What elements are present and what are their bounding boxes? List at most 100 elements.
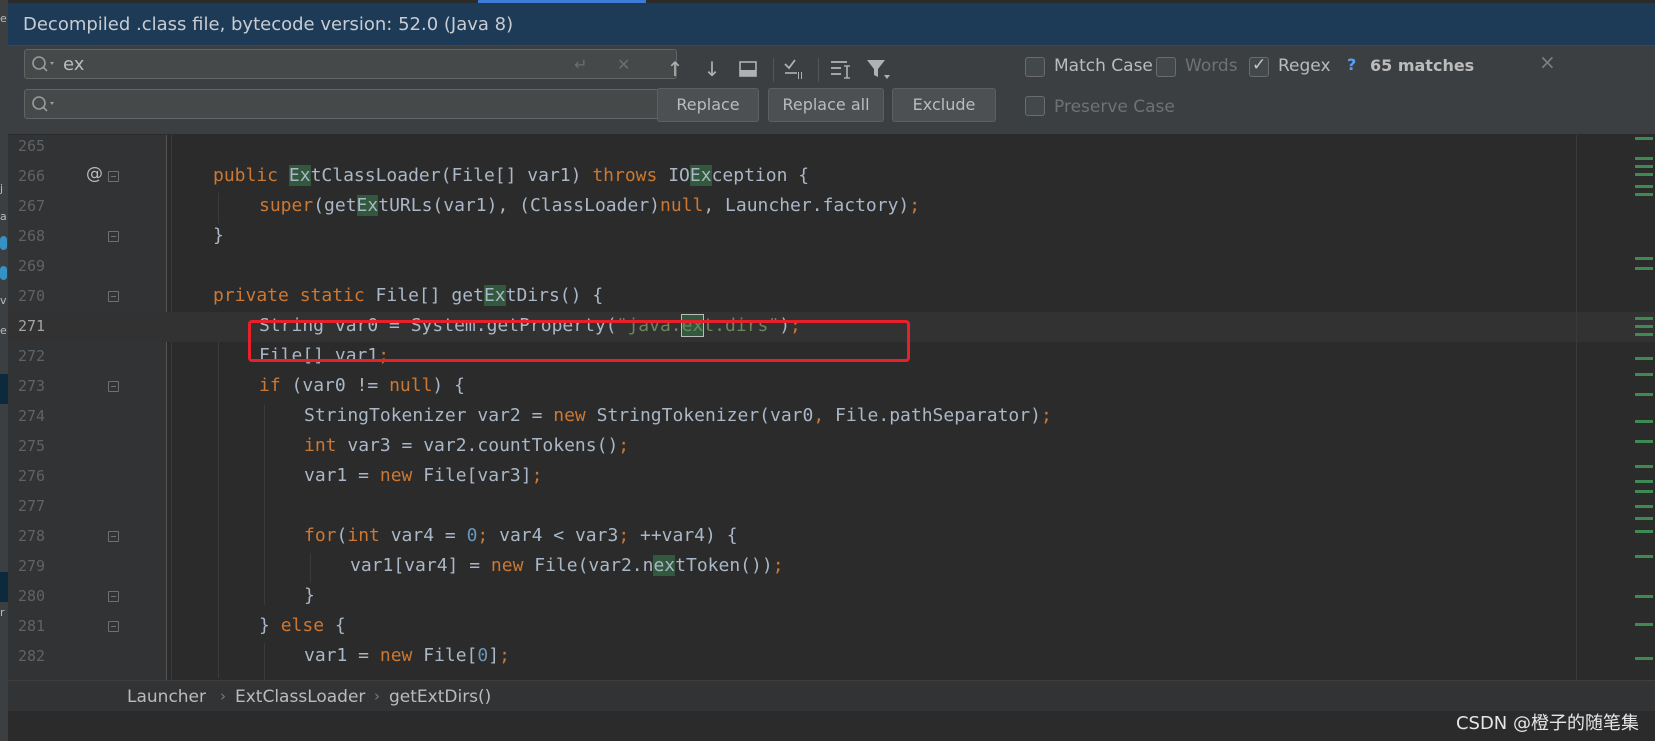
line-number: 273 xyxy=(18,377,46,395)
fold-icon[interactable] xyxy=(108,531,119,542)
code-line[interactable]: 280 } xyxy=(8,582,1655,612)
code-line[interactable]: 266 @ public ExtClassLoader(File[] var1)… xyxy=(8,162,1655,192)
text-filter-icon[interactable] xyxy=(826,54,856,84)
code-line[interactable]: 267 super(getExtURLs(var1), (ClassLoader… xyxy=(8,192,1655,222)
code-text: StringTokenizer var2 = new StringTokeniz… xyxy=(304,405,1052,426)
panel-edge-glyph: e xyxy=(0,12,7,25)
match-case-checkbox[interactable] xyxy=(1025,57,1045,77)
breadcrumb-separator-icon: › xyxy=(374,687,380,705)
fold-icon[interactable] xyxy=(108,381,119,392)
search-icon[interactable] xyxy=(31,55,57,73)
code-line[interactable]: 281 } else { xyxy=(8,612,1655,642)
panel-edge-glyph: e xyxy=(0,324,7,337)
breadcrumb-item[interactable]: ExtClassLoader xyxy=(235,687,365,707)
panel-selected-row[interactable] xyxy=(0,374,8,404)
code-line[interactable]: 279 var1[var4] = new File(var2.nextToken… xyxy=(8,552,1655,582)
code-text: var1 = new File[0]; xyxy=(304,645,510,666)
breadcrumb-separator-icon: › xyxy=(220,687,226,705)
code-line[interactable]: 278 for(int var4 = 0; var4 < var3; ++var… xyxy=(8,522,1655,552)
newline-icon[interactable]: ↵ xyxy=(574,55,587,74)
code-line[interactable]: 268 } xyxy=(8,222,1655,252)
code-text: } else { xyxy=(259,615,346,636)
arrow-up-icon[interactable]: ↑ xyxy=(660,54,690,84)
panel-selected-row[interactable] xyxy=(0,572,8,602)
match-count: 65 matches xyxy=(1370,56,1475,75)
code-line[interactable]: 276 var1 = new File[var3]; xyxy=(8,462,1655,492)
line-number: 282 xyxy=(18,647,46,665)
line-number: 269 xyxy=(18,257,46,275)
line-number: 272 xyxy=(18,347,46,365)
line-number: 277 xyxy=(18,497,46,515)
code-line[interactable]: 273 if (var0 != null) { xyxy=(8,372,1655,402)
toolbar-separator xyxy=(818,58,819,82)
override-marker-icon[interactable]: @ xyxy=(86,164,103,184)
preserve-case-label[interactable]: Preserve Case xyxy=(1054,97,1175,117)
code-line[interactable]: 277 xyxy=(8,492,1655,522)
line-number: 279 xyxy=(18,557,46,575)
arrow-down-icon[interactable]: ↓ xyxy=(697,54,727,84)
line-number: 265 xyxy=(18,137,46,155)
line-number: 275 xyxy=(18,437,46,455)
panel-edge-glyph: v xyxy=(0,294,7,307)
code-editor[interactable]: 265 266 @ public ExtClassLoader(File[] v… xyxy=(8,135,1655,680)
line-number: 266 xyxy=(18,167,46,185)
line-number: 271 xyxy=(18,317,46,335)
fold-icon[interactable] xyxy=(108,591,119,602)
panel-edge-glyph: j xyxy=(0,182,4,195)
panel-edge-glyph: a xyxy=(0,210,7,223)
code-text: } xyxy=(304,585,315,606)
replace-all-button[interactable]: Replace all xyxy=(768,88,884,122)
breadcrumb-item[interactable]: getExtDirs() xyxy=(389,687,491,707)
code-text: public ExtClassLoader(File[] var1) throw… xyxy=(213,165,810,186)
svg-text:II: II xyxy=(797,71,803,80)
code-line[interactable]: 269 xyxy=(8,252,1655,282)
code-text: if (var0 != null) { xyxy=(259,375,465,396)
find-replace-bar: ex ↵ ✕ ↑ ↓ II Match Case Words Regex ? 6… xyxy=(8,46,1655,135)
decompiled-notice-banner: Decompiled .class file, bytecode version… xyxy=(8,3,1655,46)
clear-icon[interactable]: ✕ xyxy=(617,55,630,74)
line-number: 267 xyxy=(18,197,46,215)
highlight-annotation-box xyxy=(248,320,910,362)
line-number: 276 xyxy=(18,467,46,485)
project-panel-edge: e j a v e r xyxy=(0,0,8,741)
search-icon[interactable] xyxy=(31,95,57,113)
filter-icon[interactable] xyxy=(863,54,893,84)
regex-checkbox[interactable] xyxy=(1249,55,1269,77)
class-icon[interactable] xyxy=(0,236,7,250)
code-line[interactable]: 282 var1 = new File[0]; xyxy=(8,642,1655,672)
code-line[interactable]: 265 xyxy=(8,132,1655,162)
select-occurrences-icon[interactable] xyxy=(733,54,763,84)
regex-label[interactable]: Regex xyxy=(1278,56,1331,76)
words-checkbox[interactable] xyxy=(1156,57,1176,77)
breadcrumb-item[interactable]: Launcher xyxy=(127,687,206,707)
code-text: super(getExtURLs(var1), (ClassLoader)nul… xyxy=(259,195,921,216)
line-number: 280 xyxy=(18,587,46,605)
class-icon[interactable] xyxy=(0,266,7,280)
code-text: } xyxy=(213,225,224,246)
fold-icon[interactable] xyxy=(108,171,119,182)
right-margin-guide xyxy=(1576,135,1577,680)
replace-button[interactable]: Replace xyxy=(657,88,759,122)
close-icon[interactable]: × xyxy=(1539,50,1556,74)
add-selection-icon[interactable]: II xyxy=(781,54,811,84)
regex-help-link[interactable]: ? xyxy=(1347,55,1356,74)
fold-icon[interactable] xyxy=(108,621,119,632)
code-text: int var3 = var2.countTokens(); xyxy=(304,435,630,456)
code-line[interactable]: 270 private static File[] getExtDirs() { xyxy=(8,282,1655,312)
replace-field[interactable] xyxy=(24,89,677,119)
words-label[interactable]: Words xyxy=(1185,56,1238,76)
code-line[interactable]: 274 StringTokenizer var2 = new StringTok… xyxy=(8,402,1655,432)
line-number: 278 xyxy=(18,527,46,545)
code-text: var1 = new File[var3]; xyxy=(304,465,543,486)
preserve-case-checkbox[interactable] xyxy=(1025,96,1045,116)
exclude-button[interactable]: Exclude xyxy=(892,88,996,122)
code-line[interactable]: 275 int var3 = var2.countTokens(); xyxy=(8,432,1655,462)
line-number: 281 xyxy=(18,617,46,635)
match-case-label[interactable]: Match Case xyxy=(1054,56,1153,76)
fold-icon[interactable] xyxy=(108,291,119,302)
fold-icon[interactable] xyxy=(108,231,119,242)
line-number: 270 xyxy=(18,287,46,305)
search-input[interactable]: ex xyxy=(63,54,84,75)
line-number: 268 xyxy=(18,227,46,245)
search-field[interactable]: ex ↵ ✕ xyxy=(24,49,677,79)
